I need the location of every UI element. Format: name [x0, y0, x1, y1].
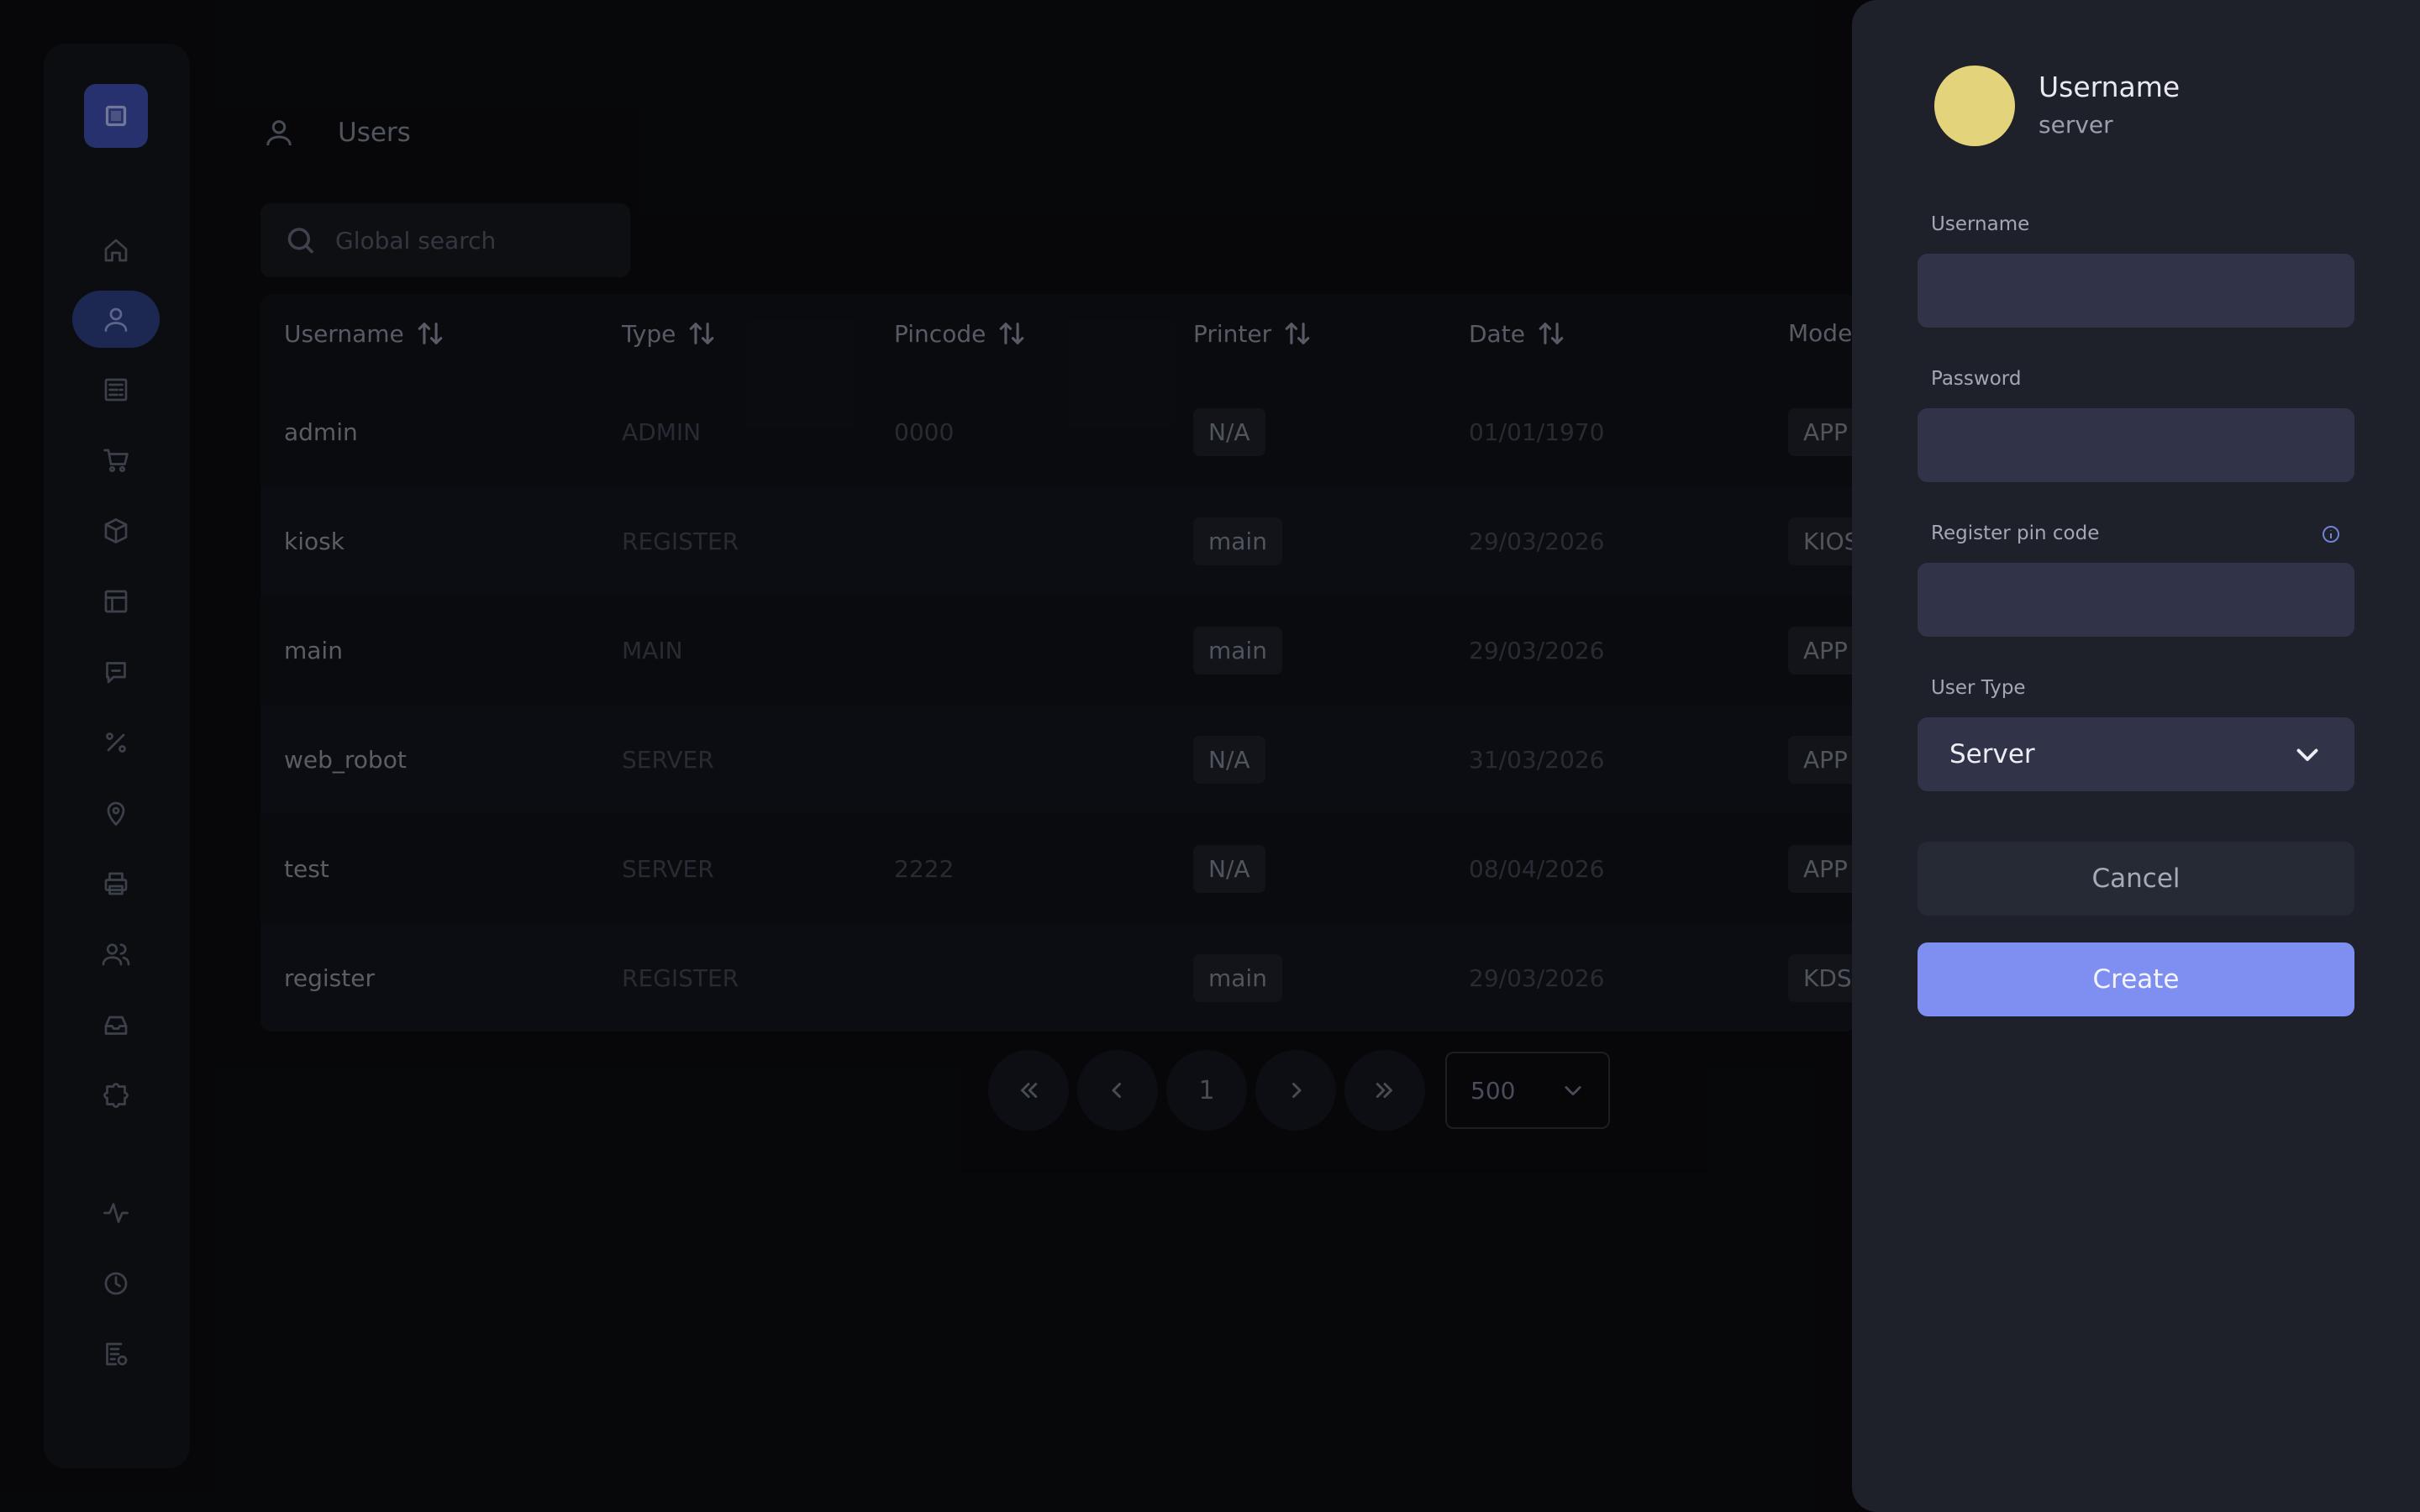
username-field[interactable] — [1918, 254, 2354, 328]
cancel-button[interactable]: Cancel — [1918, 842, 2354, 916]
info-icon[interactable] — [2321, 524, 2341, 544]
pincode-label: Register pin code — [1931, 522, 2100, 544]
create-button[interactable]: Create — [1918, 942, 2354, 1016]
user-type-select[interactable]: Server — [1918, 717, 2354, 791]
username-label: Username — [1931, 213, 2030, 235]
user-type-label: User Type — [1931, 677, 2026, 699]
user-type-value: Server — [1949, 739, 2035, 769]
profile-name: Username — [2039, 71, 2181, 103]
info-circle-icon — [2323, 526, 2339, 543]
avatar — [1934, 66, 2015, 146]
create-user-drawer: Username server Username Password Regist… — [1852, 0, 2420, 1512]
password-field[interactable] — [1918, 408, 2354, 482]
pincode-field[interactable] — [1918, 563, 2354, 637]
profile-type: server — [2039, 111, 2113, 139]
chevron-down-icon — [2296, 748, 2318, 761]
password-label: Password — [1931, 368, 2022, 390]
